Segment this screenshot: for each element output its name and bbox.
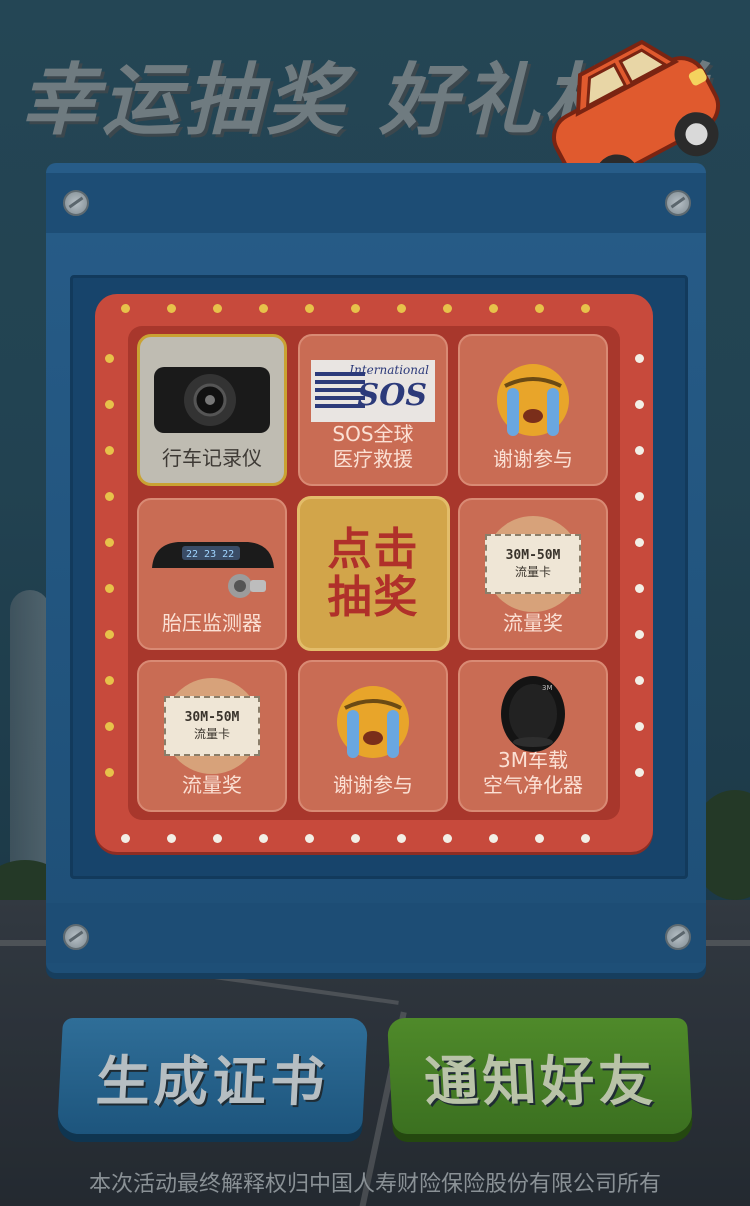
marquee-light <box>259 304 268 313</box>
marquee-light <box>581 834 590 843</box>
marquee-light <box>581 304 590 313</box>
marquee-light <box>635 446 644 455</box>
marquee-light <box>635 676 644 685</box>
marquee-light <box>397 834 406 843</box>
draw-button-line2: 抽奖 <box>327 571 420 623</box>
svg-text:3M: 3M <box>542 684 553 692</box>
marquee-light <box>105 676 114 685</box>
marquee-light <box>259 834 268 843</box>
card-line2: 流量卡 <box>514 565 551 579</box>
prize-label: 流量奖 <box>503 611 563 635</box>
marquee-light <box>105 400 114 409</box>
marquee-light <box>105 446 114 455</box>
marquee-light <box>305 834 314 843</box>
notify-friends-button[interactable]: 通知好友 <box>386 1018 694 1134</box>
card-line1: 30M-50M <box>184 710 240 725</box>
prize-label: 流量奖 <box>182 773 242 797</box>
marquee-light <box>105 722 114 731</box>
footer-disclaimer: 本次活动最终解释权归中国人寿财险保险股份有限公司所有 <box>88 1172 661 1197</box>
marquee-light <box>397 304 406 313</box>
marquee-light <box>635 722 644 731</box>
prize-cell-thanks[interactable]: 谢谢参与 <box>298 660 448 812</box>
marquee-light <box>351 304 360 313</box>
marquee-light <box>105 584 114 593</box>
generate-certificate-button[interactable]: 生成证书 <box>56 1018 369 1134</box>
marquee-light <box>443 304 452 313</box>
marquee-light <box>635 492 644 501</box>
crying-emoji-icon <box>337 686 409 758</box>
prize-cell-dashcam[interactable]: 行车记录仪 <box>137 334 287 486</box>
marquee-light <box>305 304 314 313</box>
marquee-light <box>535 304 544 313</box>
draw-button-line1: 点击 <box>327 523 420 575</box>
prize-cell-tire-monitor[interactable]: 22 23 22 胎压监测器 <box>137 498 287 650</box>
sos-logo-main: SOS <box>357 378 427 413</box>
screw-icon <box>63 190 89 216</box>
marquee-light <box>489 304 498 313</box>
prize-label: SOS全球 医疗救援 <box>332 422 414 471</box>
screw-icon <box>63 924 89 950</box>
prize-cell-air-purifier[interactable]: 3M 3M车载 空气净化器 <box>458 660 608 812</box>
marquee-light <box>105 768 114 777</box>
tire-pressure-monitor-icon: 22 23 22 <box>152 542 274 598</box>
air-purifier-icon: 3M <box>501 676 565 752</box>
marquee-light <box>167 304 176 313</box>
marquee-light <box>121 304 130 313</box>
prize-label: 行车记录仪 <box>162 446 262 470</box>
marquee-light <box>635 538 644 547</box>
marquee-light <box>635 354 644 363</box>
marquee-light <box>635 768 644 777</box>
card-line2: 流量卡 <box>193 727 230 741</box>
draw-button[interactable]: 点击 抽奖 <box>297 496 450 651</box>
marquee-light <box>213 304 222 313</box>
marquee-light <box>351 834 360 843</box>
dashcam-icon <box>154 367 270 433</box>
marquee-light <box>635 400 644 409</box>
marquee-light <box>105 538 114 547</box>
marquee-light <box>105 492 114 501</box>
marquee-light <box>167 834 176 843</box>
marquee-light <box>635 630 644 639</box>
screw-icon <box>665 924 691 950</box>
sos-logo-icon: International SOS <box>311 360 435 422</box>
prize-cell-sos[interactable]: International SOS SOS全球 医疗救援 <box>298 334 448 486</box>
screw-icon <box>665 190 691 216</box>
marquee-light <box>213 834 222 843</box>
prize-label: 谢谢参与 <box>333 773 413 797</box>
marquee-light <box>443 834 452 843</box>
prize-label: 谢谢参与 <box>493 447 573 471</box>
data-card-icon: 30M-50M 流量卡 <box>164 678 260 774</box>
crying-emoji-icon <box>497 364 569 436</box>
prize-cell-data[interactable]: 30M-50M 流量卡 流量奖 <box>137 660 287 812</box>
data-card-icon: 30M-50M 流量卡 <box>485 516 581 612</box>
marquee-light <box>121 834 130 843</box>
marquee-light <box>635 584 644 593</box>
prize-cell-thanks[interactable]: 谢谢参与 <box>458 334 608 486</box>
marquee-light <box>105 354 114 363</box>
svg-text:22 23 22: 22 23 22 <box>186 549 234 560</box>
marquee-light <box>489 834 498 843</box>
card-line1: 30M-50M <box>505 548 561 563</box>
sos-logo-top: International <box>349 363 429 377</box>
marquee-light <box>535 834 544 843</box>
prize-cell-data[interactable]: 30M-50M 流量卡 流量奖 <box>458 498 608 650</box>
prize-label: 3M车载 空气净化器 <box>483 748 583 797</box>
marquee-light <box>105 630 114 639</box>
prize-label: 胎压监测器 <box>162 611 262 635</box>
